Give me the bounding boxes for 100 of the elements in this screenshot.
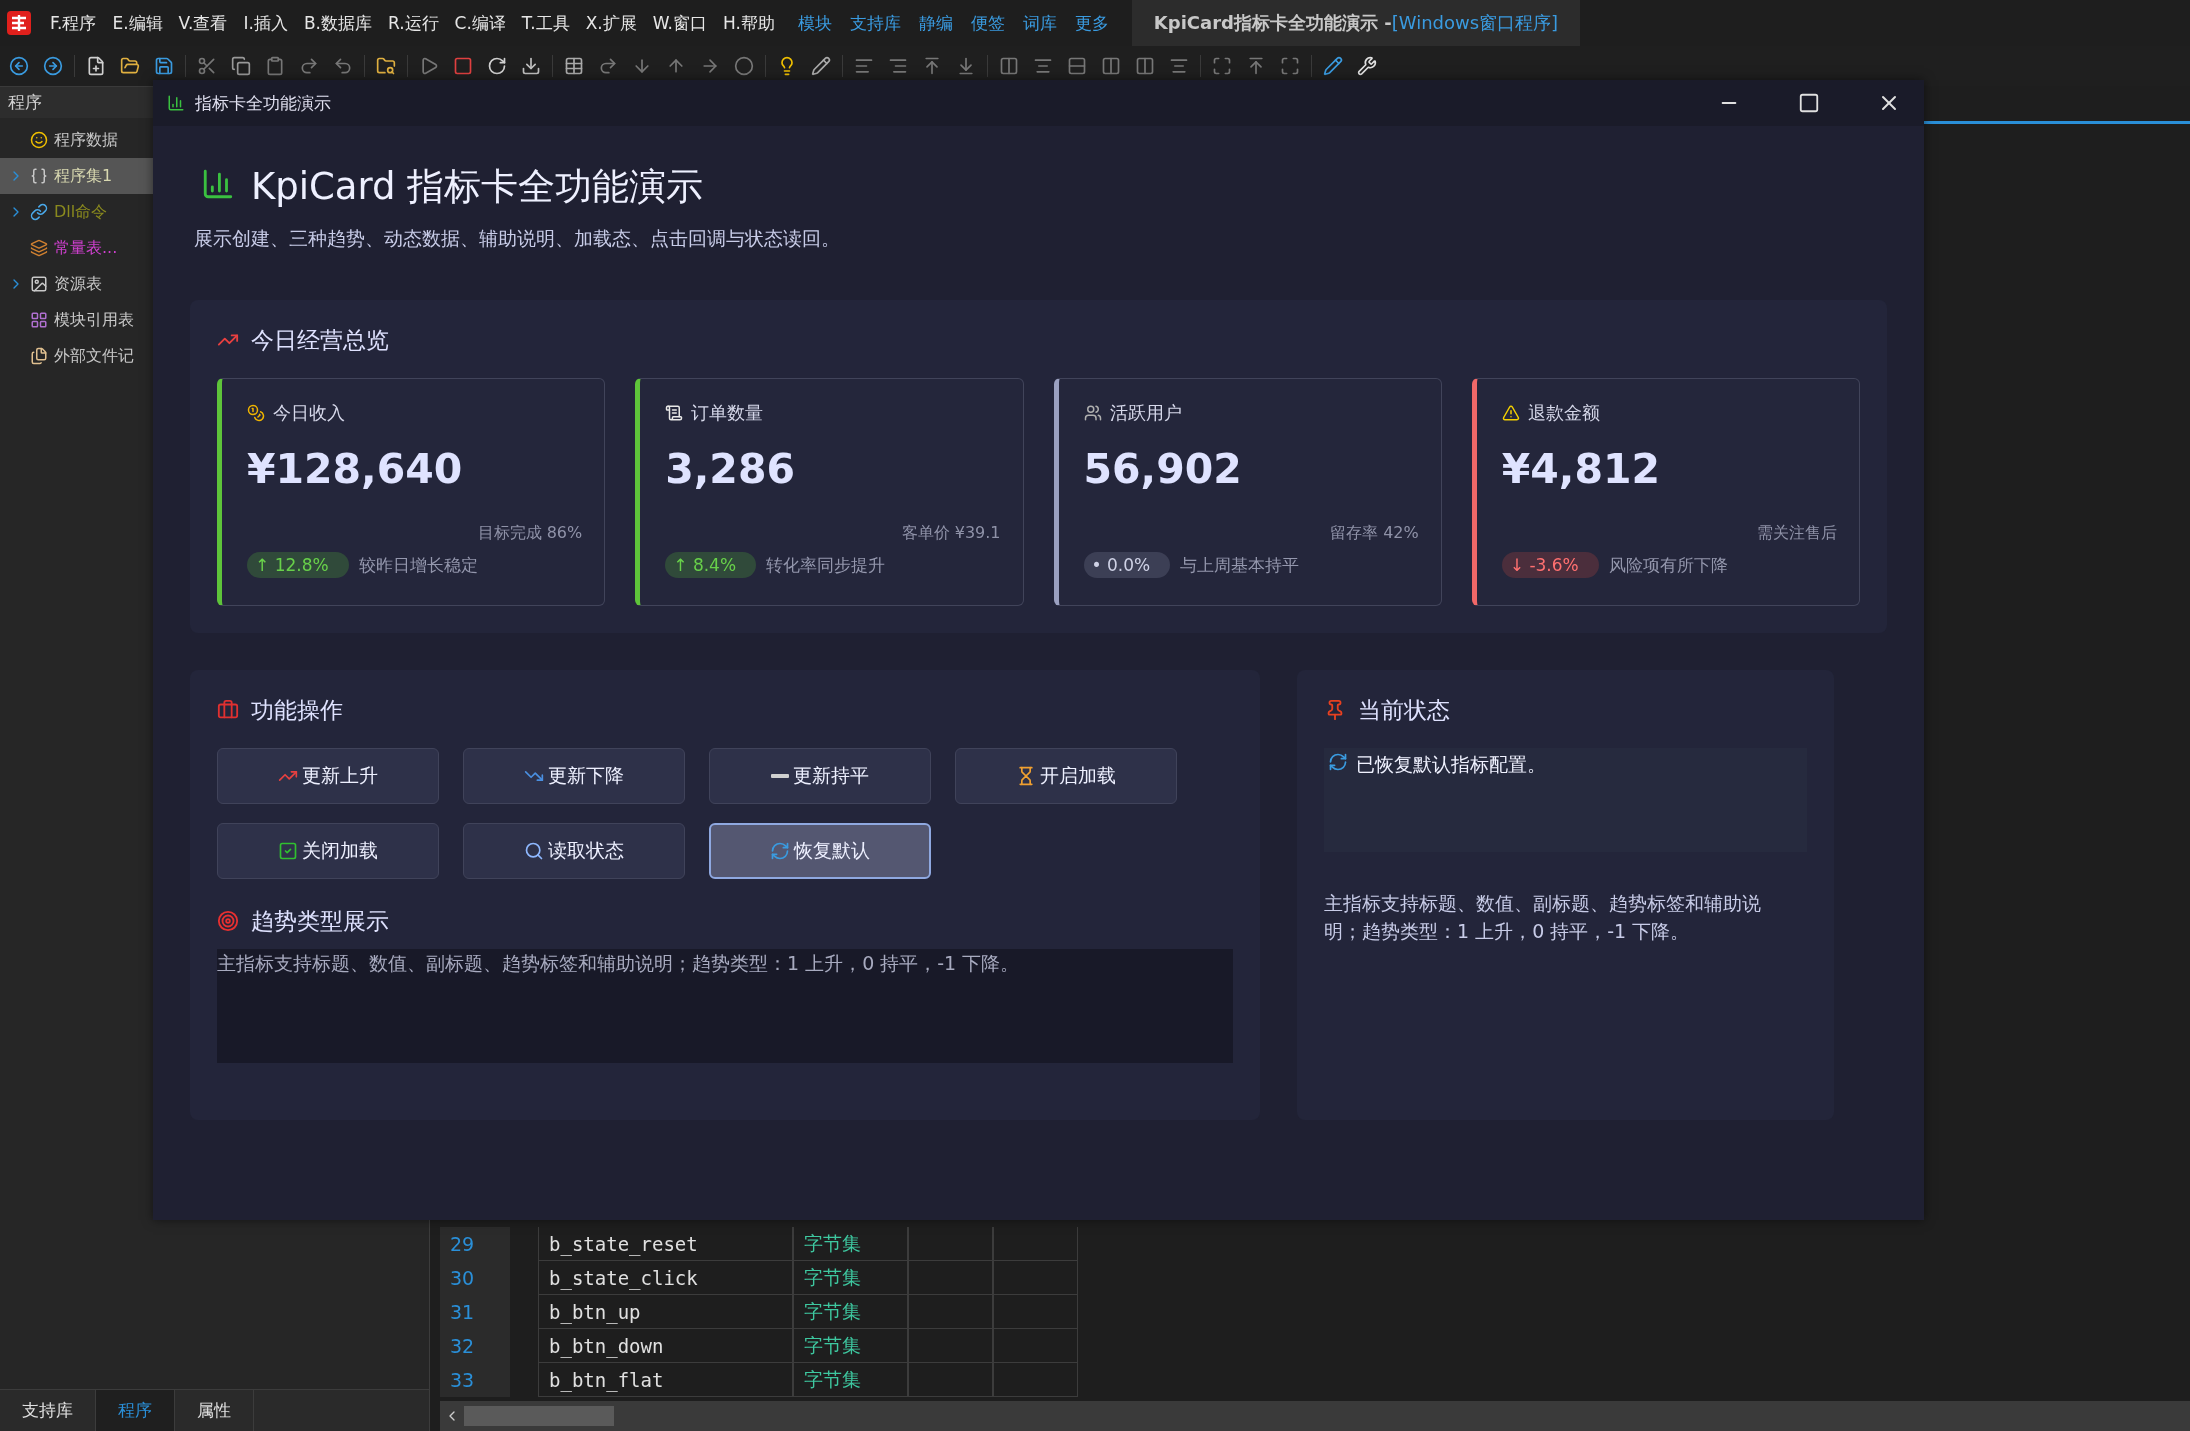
checkbox-icon xyxy=(278,841,298,861)
menu-item[interactable]: C.编译 xyxy=(446,11,514,35)
dialog-title: 指标卡全功能演示 xyxy=(195,91,332,115)
action-button[interactable]: 更新持平 xyxy=(709,748,931,804)
kpi-subtitle: 留存率 42% xyxy=(1330,523,1419,544)
table-cell: 字节集 xyxy=(793,1261,908,1295)
menu-item[interactable]: B.数据库 xyxy=(295,11,380,35)
kpi-subtitle: 客单价 ¥39.1 xyxy=(901,523,1001,544)
quick-link[interactable]: 模块 xyxy=(788,11,841,35)
coins-icon xyxy=(247,404,265,422)
table-cell: 字节集 xyxy=(793,1329,908,1363)
bar-chart-icon xyxy=(201,167,235,201)
line-number: 33 xyxy=(440,1363,510,1397)
action-button[interactable]: 开启加载 xyxy=(955,748,1177,804)
section-title: 今日经营总览 xyxy=(251,325,389,355)
action-button[interactable]: 更新上升 xyxy=(217,748,439,804)
kpi-value: 3,286 xyxy=(665,445,796,493)
line-number: 31 xyxy=(440,1295,510,1329)
kpi-label: 订单数量 xyxy=(691,401,764,425)
tree-label: 模块引用表 xyxy=(54,309,134,331)
menu-item[interactable]: R.运行 xyxy=(379,11,447,35)
panel-tab[interactable]: 属性 xyxy=(175,1390,254,1431)
line-number: 30 xyxy=(440,1261,510,1295)
dash-icon xyxy=(771,774,789,778)
window-mode: [Windows窗口程序] xyxy=(1391,11,1559,35)
status-message: 已恢复默认指标配置。 xyxy=(1356,752,1546,777)
menu-item[interactable]: F.程序 xyxy=(42,11,105,35)
grid-icon xyxy=(30,311,48,329)
menu-item[interactable]: I.插入 xyxy=(235,11,296,35)
kpi-subtitle: 需关注售后 xyxy=(1757,523,1837,544)
tree-item[interactable]: 资源表 xyxy=(0,266,153,302)
users-icon xyxy=(1083,404,1102,422)
kpi-note: 较昨日增长稳定 xyxy=(358,553,478,577)
section-title: 趋势类型展示 xyxy=(251,906,389,936)
kpi-note: 风险项有所下降 xyxy=(1608,553,1728,577)
panel-title: 程序 xyxy=(8,91,42,114)
menu-item[interactable]: W.窗口 xyxy=(644,11,715,35)
page-heading: KpiCard 指标卡全功能演示 xyxy=(251,164,704,210)
link-icon xyxy=(30,203,48,221)
tree-label: 程序数据 xyxy=(54,129,118,151)
action-button[interactable]: 读取状态 xyxy=(463,823,685,879)
kpi-note: 与上周基本持平 xyxy=(1180,553,1300,577)
quick-link[interactable]: 支持库 xyxy=(840,11,910,35)
kpi-card[interactable]: 活跃用户 56,902 留存率 42% • 0.0% 与上周基本持平 xyxy=(1053,378,1442,606)
tree-item[interactable]: 常量表... xyxy=(0,230,153,266)
scroll-icon xyxy=(665,404,684,422)
table-cell: b_btn_up xyxy=(538,1295,793,1329)
action-button[interactable]: 关闭加载 xyxy=(217,823,439,879)
menu-item[interactable]: T.工具 xyxy=(513,11,578,35)
tree-label: 资源表 xyxy=(54,273,102,295)
quick-link[interactable]: 静编 xyxy=(909,11,962,35)
quick-link[interactable]: 更多 xyxy=(1065,11,1118,35)
text-area[interactable]: 主指标支持标题、数值、副标题、趋势标签和辅助说明；趋势类型：1 上升，0 持平，-1 下降。 xyxy=(217,949,1233,1063)
trend-badge: ↓ -3.6% xyxy=(1501,552,1599,578)
kpi-card[interactable]: 订单数量 3,286 客单价 ¥39.1 ↑ 8.4% 转化率同步提升 xyxy=(635,378,1024,606)
menu-item[interactable]: E.编辑 xyxy=(104,11,171,35)
kpi-value: 56,902 xyxy=(1083,445,1243,493)
line-number: 29 xyxy=(440,1227,510,1261)
smiley-icon xyxy=(30,131,48,149)
section-title: 功能操作 xyxy=(251,695,343,725)
search-icon xyxy=(524,841,544,861)
scrollbar[interactable] xyxy=(440,1401,2190,1431)
tree-item[interactable]: Dll命令 xyxy=(0,194,153,230)
menu-item[interactable]: X.扩展 xyxy=(577,11,645,35)
table-cell: b_btn_flat xyxy=(538,1363,793,1397)
tree-item[interactable]: 外部文件记 xyxy=(0,338,153,374)
demo-text: 主指标支持标题、数值、副标题、趋势标签和辅助说明；趋势类型：1 上升，0 持平，-1 下降。 xyxy=(217,952,1020,974)
quick-link[interactable]: 词库 xyxy=(1013,11,1066,35)
target-icon xyxy=(217,910,239,932)
tree-label: 外部文件记 xyxy=(54,345,134,367)
tree-label: Dll命令 xyxy=(54,201,108,223)
menu-item[interactable]: H.帮助 xyxy=(714,11,783,35)
quick-link[interactable]: 便签 xyxy=(961,11,1014,35)
hourglass-icon xyxy=(1016,766,1036,786)
menu-item[interactable]: V.查看 xyxy=(170,11,236,35)
kpi-label: 退款金额 xyxy=(1527,401,1600,425)
panel-tab[interactable]: 程序 xyxy=(96,1390,175,1431)
scroll-thumb[interactable] xyxy=(464,1406,614,1426)
tree-item[interactable]: 程序数据 xyxy=(0,122,153,158)
tree-item[interactable]: 程序集1 xyxy=(0,158,153,194)
line-number: 32 xyxy=(440,1329,510,1363)
refresh-icon xyxy=(1328,752,1348,772)
trend-badge: ↑ 12.8% xyxy=(247,552,349,578)
tree-item[interactable]: 模块引用表 xyxy=(0,302,153,338)
kpi-card[interactable]: 退款金额 ¥4,812 需关注售后 ↓ -3.6% 风险项有所下降 xyxy=(1471,378,1860,606)
maximize-icon[interactable] xyxy=(1798,92,1820,114)
status-description: 主指标支持标题、数值、副标题、趋势标签和辅助说明；趋势类型：1 上升，0 持平，-1 下降。 xyxy=(1324,891,1762,944)
window-title: KpiCard指标卡全功能演示 - xyxy=(1153,11,1392,35)
kpi-value: ¥128,640 xyxy=(247,445,464,493)
kpi-value: ¥4,812 xyxy=(1501,445,1661,493)
section-title: 当前状态 xyxy=(1358,695,1450,725)
braces-icon xyxy=(30,167,48,185)
layers-icon xyxy=(30,239,48,257)
table-cell: b_state_click xyxy=(538,1261,793,1295)
action-button[interactable]: 更新下降 xyxy=(463,748,685,804)
table-cell: b_state_reset xyxy=(538,1227,793,1261)
tree-label: 程序集1 xyxy=(54,165,113,187)
kpi-card[interactable]: 今日收入 ¥128,640 目标完成 86% ↑ 12.8% 较昨日增长稳定 xyxy=(217,378,606,606)
kpi-label: 今日收入 xyxy=(273,401,345,425)
action-button[interactable]: 恢复默认 xyxy=(709,823,931,879)
